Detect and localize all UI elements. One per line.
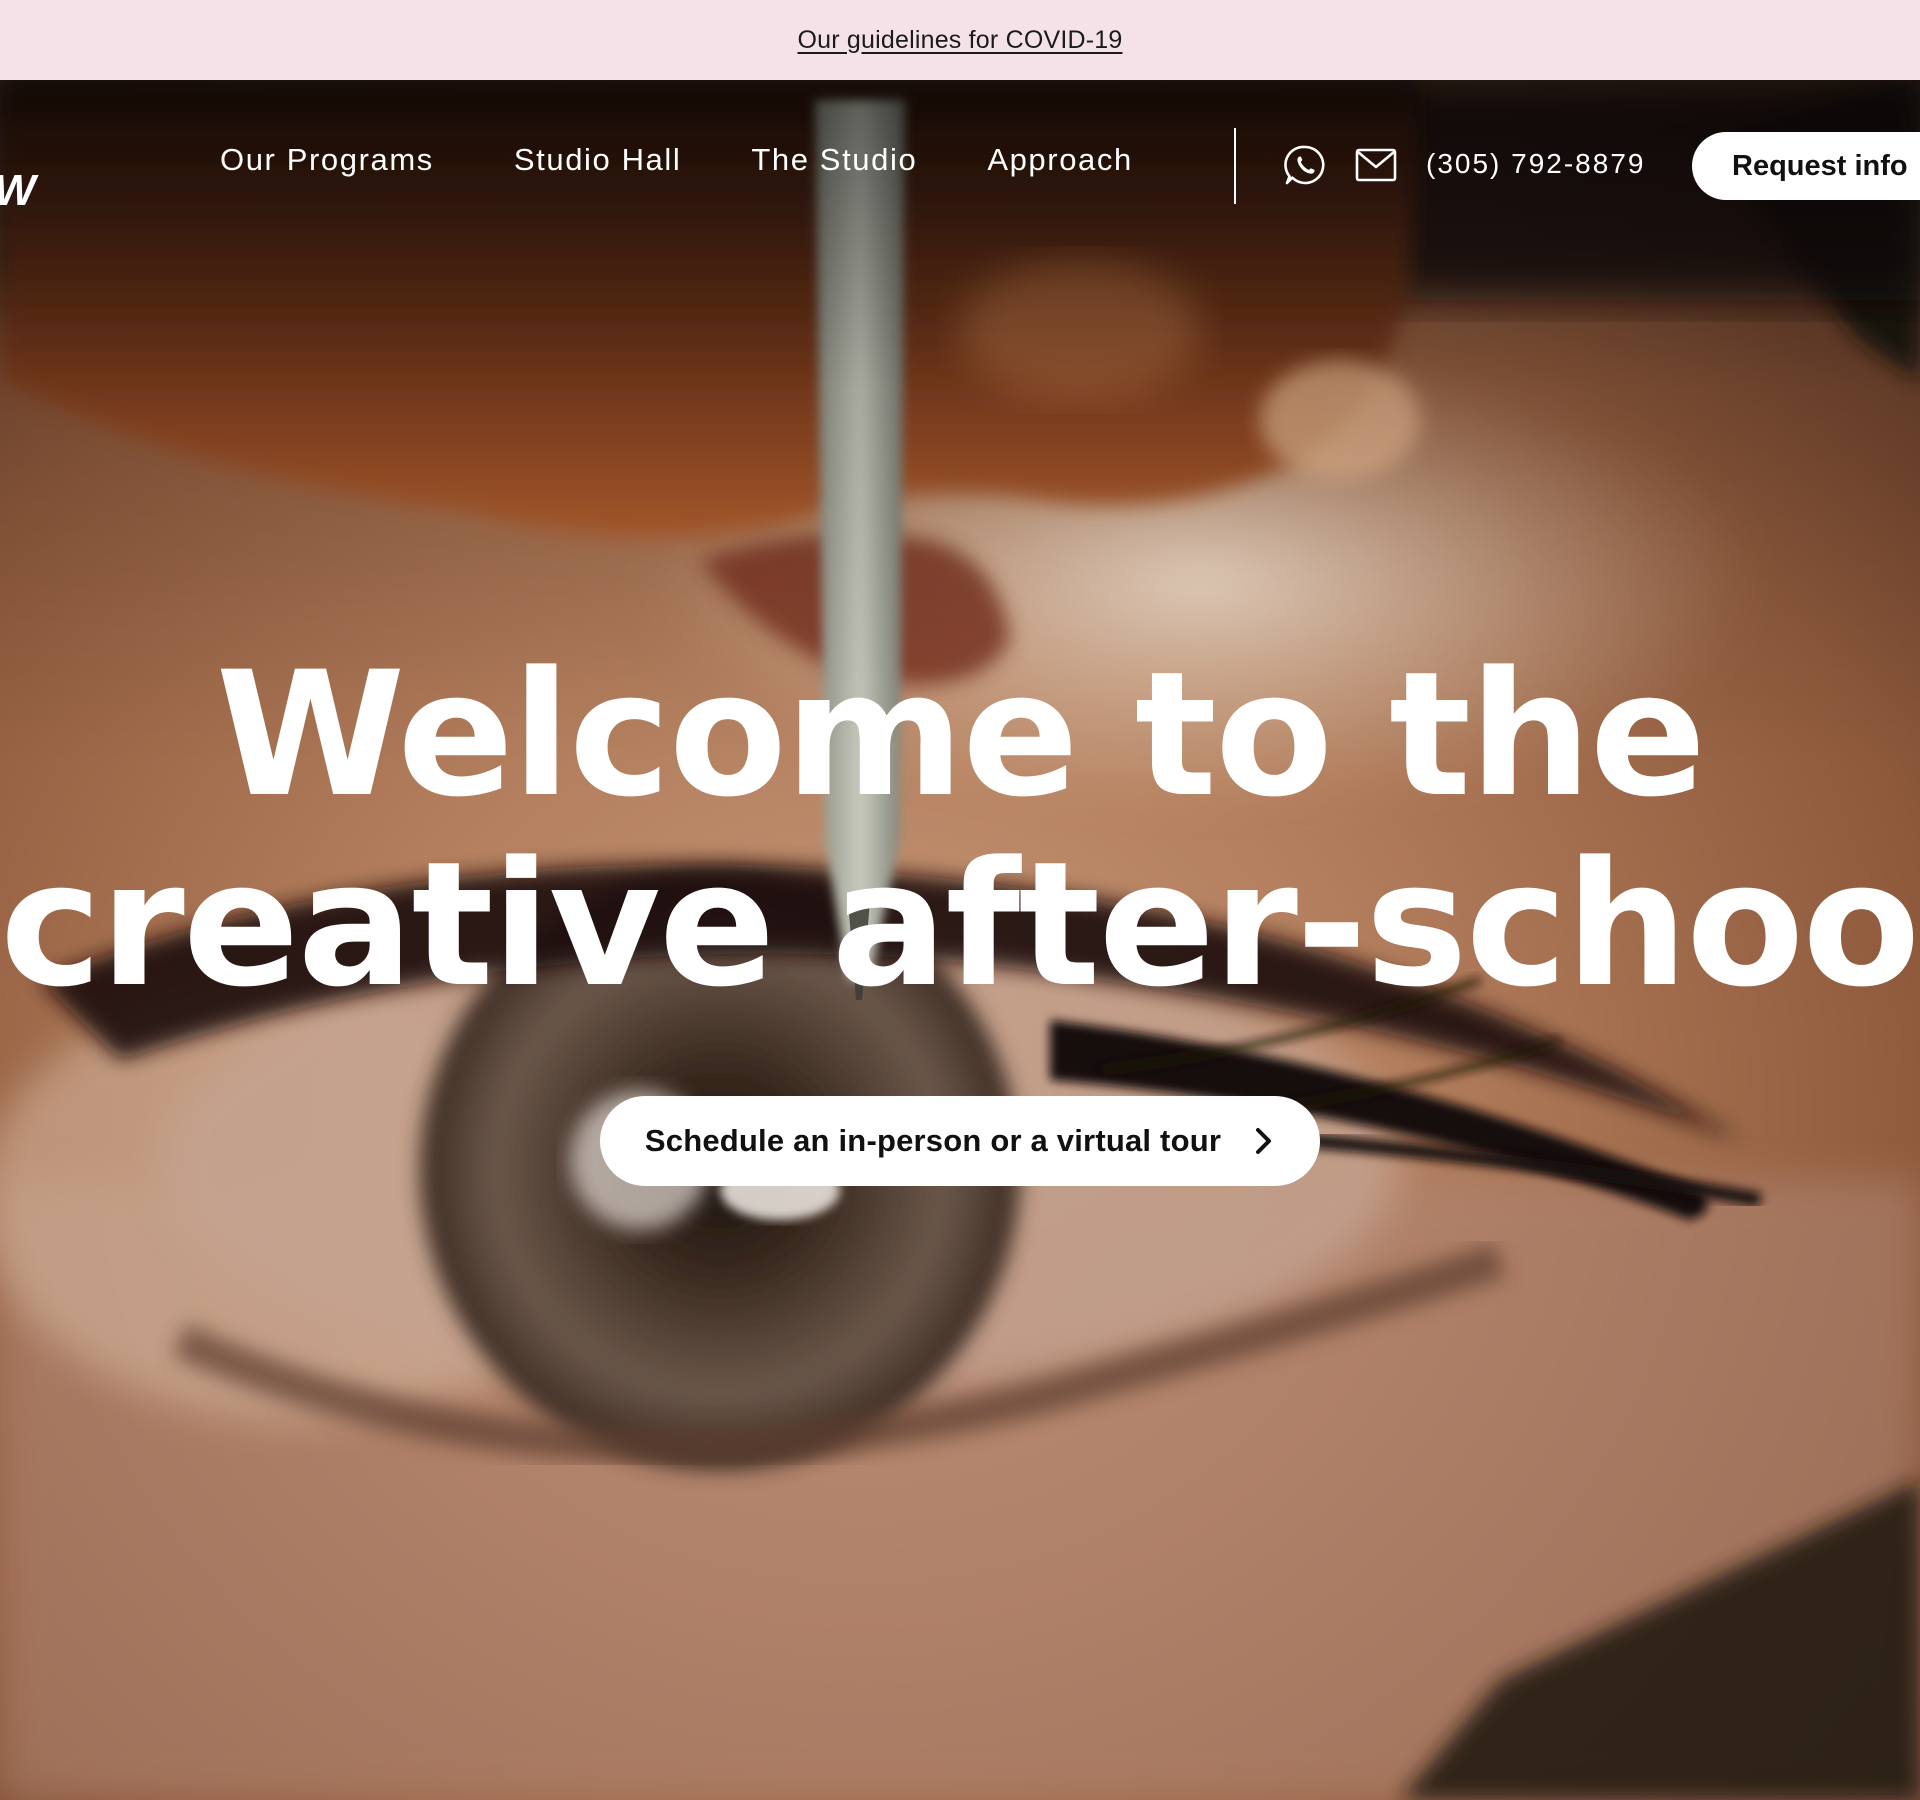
nav-link-studio-hall[interactable]: Studio Hall (514, 142, 682, 178)
hero-headline-line-2: creative after-school. (0, 824, 1920, 1025)
hero-headline-line-1: Welcome to the (215, 634, 1707, 835)
hero-section: W Our Programs Studio Hall The Studio Ap… (0, 80, 1920, 1800)
covid-guidelines-link[interactable]: Our guidelines for COVID-19 (798, 26, 1123, 55)
announcement-bar: Our guidelines for COVID-19 (0, 0, 1920, 80)
nav-link-approach[interactable]: Approach (987, 142, 1133, 178)
nav-links: Our Programs Studio Hall The Studio Appr… (220, 142, 1133, 178)
nav-link-the-studio[interactable]: The Studio (751, 142, 917, 178)
site-logo[interactable]: W (0, 166, 36, 216)
main-navigation: W Our Programs Studio Hall The Studio Ap… (0, 80, 1920, 250)
schedule-tour-label: Schedule an in-person or a virtual tour (644, 1123, 1222, 1158)
hero-headline: Welcome to the creative after-school. (0, 640, 1920, 1020)
page: Our guidelines for COVID-19 Our Programs… (0, 0, 1920, 1800)
whatsapp-icon[interactable] (1284, 144, 1326, 186)
nav-divider (1234, 128, 1236, 204)
schedule-tour-button[interactable]: Schedule an in-person or a virtual tour (600, 1096, 1320, 1186)
phone-number-link[interactable]: (305) 792-8879 (1426, 148, 1645, 180)
mail-icon[interactable] (1355, 148, 1397, 182)
chevron-right-icon (1256, 1128, 1272, 1154)
request-info-button[interactable]: Request info (1692, 132, 1920, 200)
nav-link-our-programs[interactable]: Our Programs (220, 142, 434, 178)
